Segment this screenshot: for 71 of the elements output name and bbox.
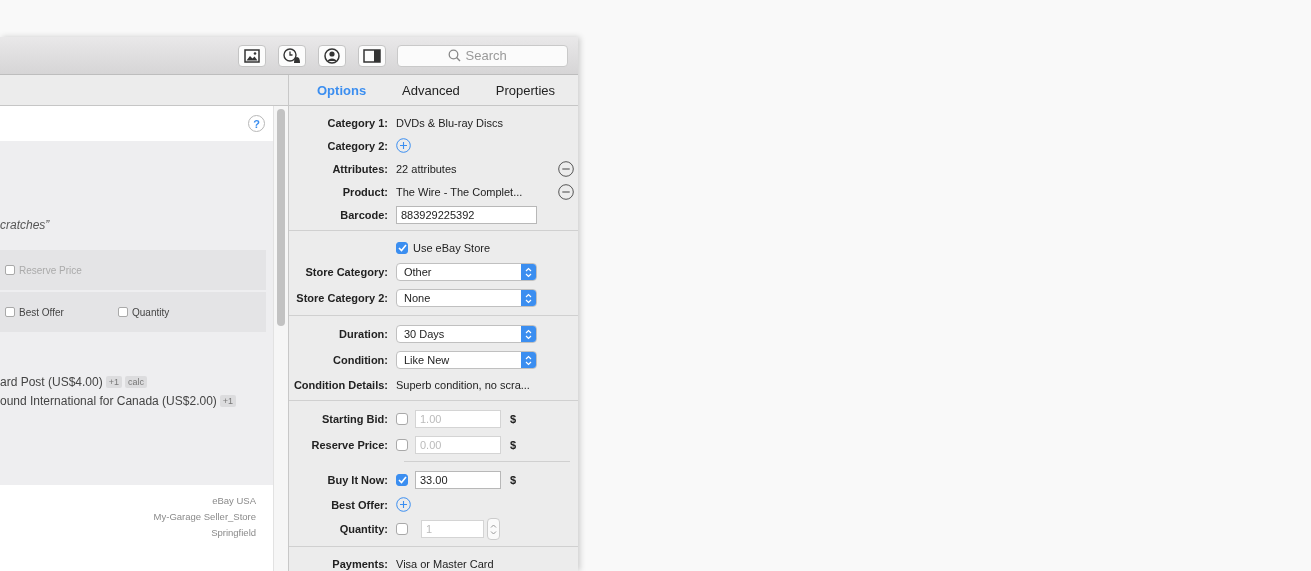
checkmark-icon bbox=[397, 243, 407, 252]
remove-button[interactable] bbox=[558, 160, 574, 177]
enable-checkbox[interactable] bbox=[396, 439, 408, 451]
field-label: Duration: bbox=[338, 328, 389, 340]
field-value: DVDs & Blu-ray Discs bbox=[396, 116, 503, 129]
field-label: Condition Details: bbox=[292, 378, 389, 391]
field-label: Attributes: bbox=[331, 162, 389, 175]
currency-symbol: $ bbox=[510, 439, 517, 451]
image-button[interactable] bbox=[238, 44, 266, 67]
scrollbar-thumb[interactable] bbox=[277, 109, 285, 326]
shipping-tag: +1 bbox=[105, 375, 122, 388]
sidebar-icon bbox=[363, 48, 381, 63]
field-label: Buy It Now: bbox=[326, 474, 389, 486]
reminder-button[interactable] bbox=[278, 44, 306, 67]
up-down-arrows-icon bbox=[525, 328, 532, 340]
seller-info-text: eBay USA bbox=[212, 495, 257, 508]
add-button[interactable] bbox=[396, 138, 411, 153]
description-text: cratches” bbox=[0, 218, 51, 234]
seller-info-text: Springfield bbox=[211, 527, 257, 540]
barcode-input[interactable]: 883929225392 bbox=[396, 205, 537, 224]
dropdown-select[interactable]: Other bbox=[396, 263, 537, 281]
field-label: Category 2: bbox=[326, 139, 389, 152]
seller-info-text: My-Garage Seller_Store bbox=[153, 511, 257, 524]
field-label: Starting Bid: bbox=[321, 413, 389, 425]
picture-icon bbox=[244, 48, 260, 63]
field-value: Visa or Master Card bbox=[396, 557, 494, 570]
field-label: Category 1: bbox=[326, 116, 389, 129]
shipping-tag: calc bbox=[125, 375, 147, 388]
currency-symbol: $ bbox=[510, 413, 517, 425]
inspector-tab[interactable]: Advanced bbox=[402, 82, 460, 98]
dropdown-select[interactable]: 30 Days bbox=[396, 325, 537, 343]
search-icon bbox=[447, 49, 461, 62]
field-label: Barcode: bbox=[339, 208, 389, 221]
shipping-text: ard Post (US$4.00) bbox=[0, 374, 103, 389]
checkmark-icon bbox=[397, 476, 407, 484]
field-label: Payments: bbox=[331, 557, 389, 570]
inspector-tab[interactable]: Properties bbox=[495, 82, 555, 98]
add-button[interactable] bbox=[396, 497, 411, 512]
option-checkbox[interactable]: Best Offer bbox=[5, 306, 105, 318]
clock-bell-icon bbox=[283, 47, 301, 64]
field-label: Best Offer: bbox=[330, 498, 389, 511]
field-value: Superb condition, no scra... bbox=[396, 378, 530, 391]
remove-button[interactable] bbox=[558, 183, 574, 200]
dropdown-select[interactable]: Like New bbox=[396, 351, 537, 369]
up-down-arrows-icon bbox=[525, 292, 532, 304]
search-field[interactable]: Search bbox=[397, 44, 568, 67]
enable-checkbox[interactable] bbox=[396, 413, 408, 425]
up-down-arrows-icon bbox=[525, 354, 532, 366]
shipping-tag: +1 bbox=[219, 394, 237, 407]
option-checkbox[interactable]: Quantity bbox=[118, 306, 218, 318]
field-label: Product: bbox=[341, 185, 389, 198]
user-icon bbox=[324, 47, 340, 64]
field-label: Quantity: bbox=[338, 523, 389, 535]
field-label: Store Category: bbox=[304, 266, 389, 278]
account-button[interactable] bbox=[318, 44, 346, 67]
field-label: Condition: bbox=[332, 354, 389, 366]
shipping-text: ound International for Canada (US$2.00) bbox=[0, 393, 217, 408]
search-input[interactable]: Search bbox=[465, 48, 518, 63]
dropdown-select[interactable]: None bbox=[396, 289, 537, 307]
field-value: 22 attributes bbox=[396, 162, 458, 175]
store-checkbox[interactable]: Use eBay Store bbox=[396, 241, 491, 254]
up-down-arrows-icon bbox=[525, 266, 532, 278]
field-label: Reserve Price: bbox=[310, 439, 389, 451]
sidebar-toggle-button[interactable] bbox=[358, 44, 386, 67]
up-down-arrows-icon bbox=[490, 522, 497, 536]
enable-checkbox[interactable] bbox=[396, 523, 408, 535]
field-value: The Wire - The Complet... bbox=[396, 185, 524, 198]
price-input[interactable]: 33.00 bbox=[415, 471, 501, 489]
enable-checkbox[interactable] bbox=[396, 474, 408, 486]
currency-symbol: $ bbox=[510, 474, 517, 486]
field-label: Store Category 2: bbox=[295, 292, 389, 304]
